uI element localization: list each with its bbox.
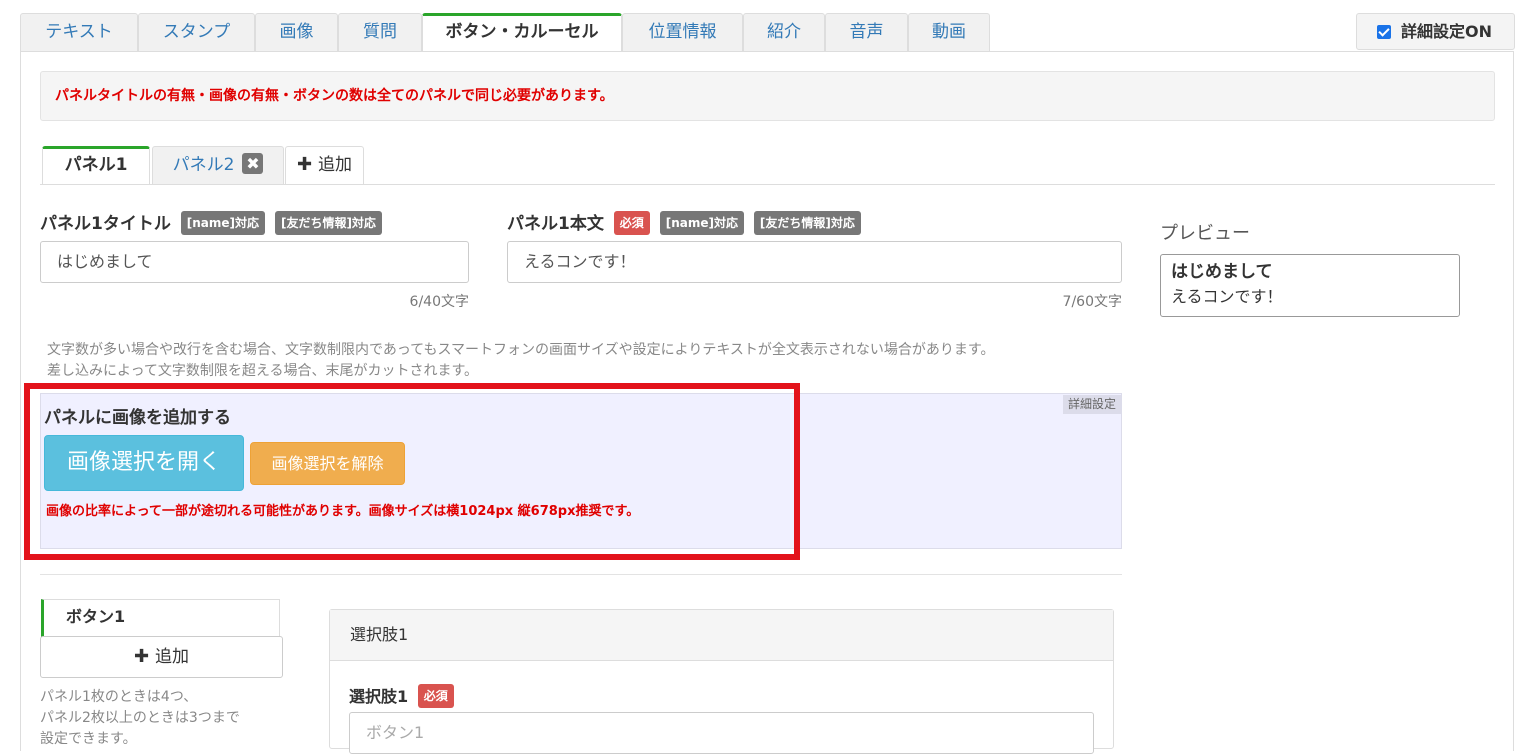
tab-introduction[interactable]: 紹介: [743, 13, 825, 51]
tab-divider: [20, 51, 1514, 52]
button-limit-note-3: 設定できます。: [40, 731, 137, 747]
content-frame-left: [20, 51, 21, 751]
required-badge: 必須: [417, 684, 454, 708]
content-frame-right: [1513, 51, 1514, 751]
panel-title-label: パネル1タイトル: [40, 214, 171, 234]
text-length-note: 文字数が多い場合や改行を含む場合、文字数制限内であってもスマートフォンの画面サイ…: [47, 342, 995, 358]
tab-stamp[interactable]: スタンプ: [138, 13, 255, 51]
add-panel-button[interactable]: ✚ 追加: [285, 146, 364, 185]
panel-consistency-alert: パネルタイトルの有無・画像の有無・ボタンの数は全てのパネルで同じ必要があります。: [40, 71, 1495, 121]
add-button-button[interactable]: ✚ 追加: [40, 636, 283, 678]
tab-location[interactable]: 位置情報: [622, 13, 743, 51]
preview-body: えるコンです！: [1171, 287, 1283, 306]
plus-icon: ✚: [296, 154, 313, 175]
friend-info-support-badge: [友だち情報]対応: [753, 211, 861, 235]
tab-audio[interactable]: 音声: [825, 13, 908, 51]
panel-tab-1-label: パネル1: [64, 155, 128, 175]
friend-info-support-badge: [友だち情報]対応: [274, 211, 382, 235]
advanced-settings-tag: 詳細設定: [1063, 395, 1122, 414]
plus-icon: ✚: [133, 646, 150, 667]
name-support-badge: [name]対応: [659, 211, 744, 235]
detail-settings-toggle[interactable]: 詳細設定ON: [1356, 13, 1515, 50]
panel-tab-divider: [40, 184, 1495, 185]
tab-text[interactable]: テキスト: [20, 13, 138, 51]
button-tab-1[interactable]: ボタン1: [41, 599, 280, 637]
panel-tab-2[interactable]: パネル2 ✖: [152, 146, 284, 185]
button-limit-note-2: パネル2枚以上のときは3つまで: [40, 710, 240, 726]
panel-body-input[interactable]: えるコンです！: [507, 241, 1122, 283]
tab-image[interactable]: 画像: [255, 13, 338, 51]
button-limit-note-1: パネル1枚のときは4つ、: [40, 689, 198, 705]
panel-title-input[interactable]: はじめまして: [40, 241, 469, 283]
choice-panel-header: 選択肢1: [330, 610, 1113, 661]
truncation-note: 差し込みによって文字数制限を超える場合、末尾がカットされます。: [47, 363, 479, 379]
choice-label: 選択肢1: [349, 687, 409, 706]
name-support-badge: [name]対応: [180, 211, 266, 235]
required-badge: 必須: [613, 211, 650, 235]
preview-card: はじめまして えるコンです！: [1160, 254, 1460, 317]
remove-panel-icon[interactable]: ✖: [242, 153, 264, 174]
preview-label: プレビュー: [1160, 223, 1250, 244]
choice-label-row: 選択肢1 必須: [349, 683, 454, 708]
panel-title-char-count: 6/40文字: [409, 294, 469, 310]
add-button-label: 追加: [155, 647, 190, 667]
add-panel-label: 追加: [318, 155, 353, 175]
panel-tab-1[interactable]: パネル1: [42, 146, 150, 185]
tab-question[interactable]: 質問: [338, 13, 422, 51]
choice-input[interactable]: ボタン1: [349, 712, 1094, 754]
checkbox-checked-icon[interactable]: [1377, 25, 1391, 39]
panel-tab-2-label: パネル2: [172, 155, 235, 175]
panel-title-label-row: パネル1タイトル [name]対応 [友だち情報]対応: [40, 209, 382, 235]
panel-body-label-row: パネル1本文 必須 [name]対応 [友だち情報]対応: [507, 209, 861, 235]
tab-video[interactable]: 動画: [908, 13, 990, 51]
highlight-frame: [24, 383, 800, 560]
preview-title: はじめまして: [1171, 262, 1273, 282]
panel-body-char-count: 7/60文字: [1062, 294, 1122, 310]
detail-settings-label: 詳細設定ON: [1401, 22, 1492, 41]
tab-button-carousel[interactable]: ボタン・カルーセル: [422, 13, 622, 52]
section-divider: [40, 574, 1122, 575]
panel-body-label: パネル1本文: [507, 214, 604, 234]
